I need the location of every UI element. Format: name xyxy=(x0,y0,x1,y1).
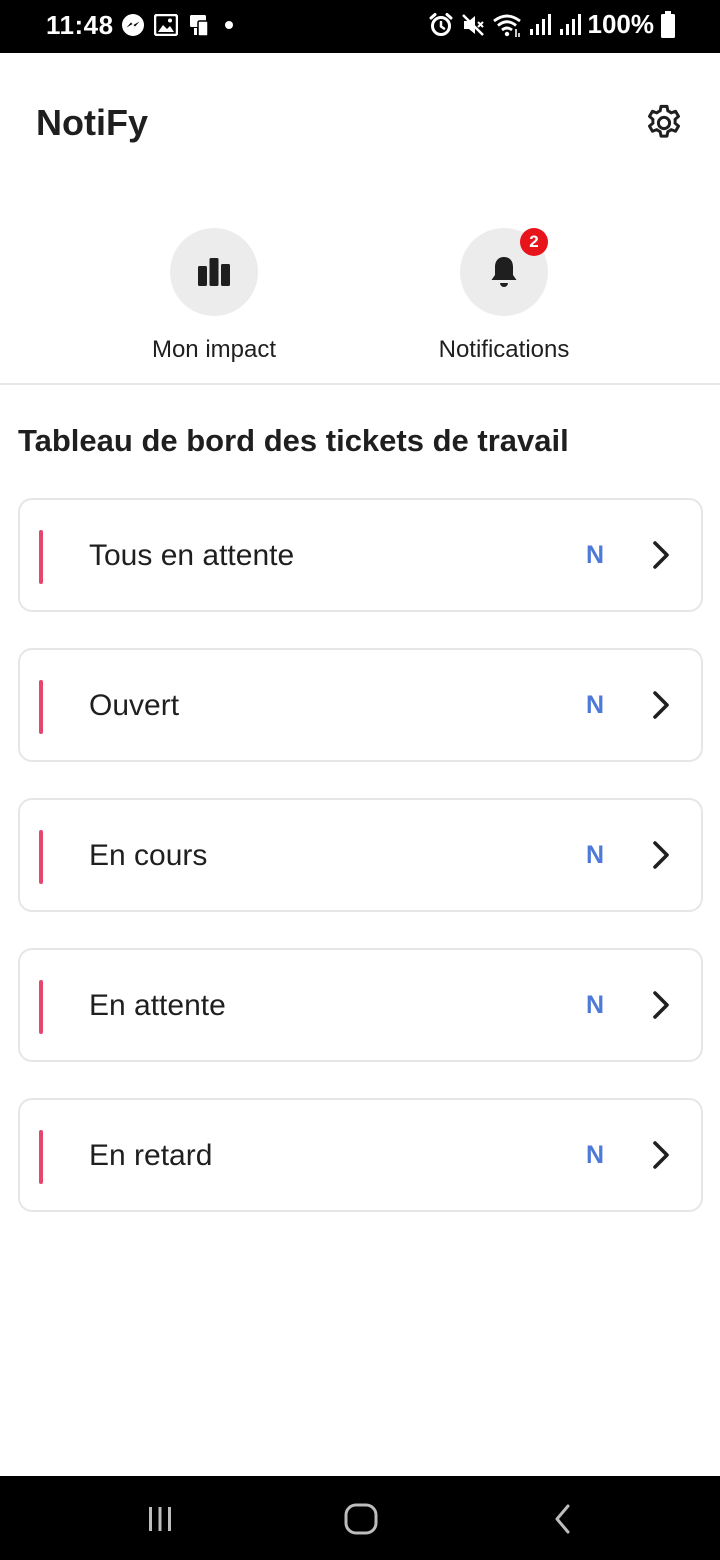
battery-percent: 100% xyxy=(587,9,655,39)
system-nav-bar xyxy=(0,1476,720,1560)
mute-icon xyxy=(461,13,484,36)
dashboard-title: Tableau de bord des tickets de travail xyxy=(18,423,569,458)
card-accent-bar xyxy=(39,980,43,1034)
messenger-icon xyxy=(122,14,144,36)
card-accent-bar xyxy=(39,830,43,884)
back-icon xyxy=(555,1504,570,1534)
card-count: N xyxy=(586,541,605,569)
mon-impact-button[interactable]: Mon impact xyxy=(84,228,344,364)
ticket-card-ouvert[interactable]: Ouvert N xyxy=(18,648,703,762)
card-accent-bar xyxy=(39,680,43,734)
recents-icon xyxy=(149,1507,171,1531)
card-count: N xyxy=(586,691,605,719)
status-left-icons xyxy=(121,12,236,38)
home-button[interactable] xyxy=(341,1502,381,1536)
card-accent-bar xyxy=(39,1130,43,1184)
notifications-button[interactable]: 2 Notifications xyxy=(374,228,634,364)
ticket-card-tous-en-attente[interactable]: Tous en attente N xyxy=(18,498,703,612)
mon-impact-label: Mon impact xyxy=(151,336,277,363)
app-title: NotiFy xyxy=(36,102,148,143)
bar-chart-icon xyxy=(198,258,230,286)
chevron-right-icon xyxy=(653,691,669,719)
mon-impact-icon-circle xyxy=(170,228,258,316)
divider xyxy=(0,383,720,385)
bell-icon xyxy=(491,257,517,287)
chevron-right-icon xyxy=(653,1141,669,1169)
card-count: N xyxy=(586,991,605,1019)
battery-icon xyxy=(661,10,675,38)
card-label: En retard xyxy=(89,1139,213,1172)
ticket-card-en-cours[interactable]: En cours N xyxy=(18,798,703,912)
ticket-card-en-retard[interactable]: En retard N xyxy=(18,1098,703,1212)
card-label: Ouvert xyxy=(89,689,180,722)
settings-button[interactable] xyxy=(642,101,686,145)
chevron-right-icon xyxy=(653,991,669,1019)
card-label: En cours xyxy=(89,839,208,872)
gallery-icon xyxy=(154,14,178,36)
recents-button[interactable] xyxy=(140,1502,180,1536)
notifications-label: Notifications xyxy=(438,336,570,363)
card-label: Tous en attente xyxy=(89,539,295,572)
status-time: 11:48 xyxy=(46,10,114,40)
card-accent-bar xyxy=(39,530,43,584)
signal-icon xyxy=(559,13,581,35)
notifications-icon-circle: 2 xyxy=(460,228,548,316)
dot-icon xyxy=(225,21,233,29)
chevron-right-icon xyxy=(653,841,669,869)
wifi-icon xyxy=(492,14,521,37)
notification-badge: 2 xyxy=(520,228,548,256)
back-button[interactable] xyxy=(543,1502,583,1536)
card-count: N xyxy=(586,1141,605,1169)
ticket-card-list: Tous en attente N Ouvert N En cours N En… xyxy=(18,498,703,1248)
status-bar: 11:48 100% xyxy=(0,0,720,53)
card-label: En attente xyxy=(89,989,226,1022)
chevron-right-icon xyxy=(653,541,669,569)
ticket-card-en-attente[interactable]: En attente N xyxy=(18,948,703,1062)
status-right-icons: 100% xyxy=(428,9,677,40)
alarm-icon xyxy=(429,12,452,36)
card-count: N xyxy=(586,841,605,869)
home-icon xyxy=(344,1503,378,1535)
gear-icon xyxy=(647,104,681,138)
signal-icon xyxy=(529,13,551,35)
device-icon xyxy=(190,15,209,37)
